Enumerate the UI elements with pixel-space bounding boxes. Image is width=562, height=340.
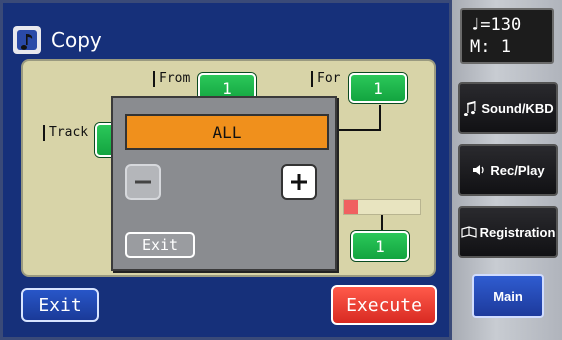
minus-button[interactable] [125, 164, 161, 200]
exit-button[interactable]: Exit [21, 288, 99, 322]
rec-play-label: Rec/Play [490, 162, 545, 178]
sound-kbd-button[interactable]: Sound/KBD [458, 82, 558, 134]
for-label: For [311, 71, 340, 87]
popup-value-display: ALL [125, 114, 329, 150]
execute-button[interactable]: Execute [331, 285, 437, 325]
speaker-icon [473, 165, 485, 175]
sound-kbd-label: Sound/KBD [481, 100, 554, 116]
from-label: From [153, 71, 190, 87]
range-bar [343, 199, 421, 215]
range-bar-fill [344, 200, 358, 214]
popup-exit-button[interactable]: Exit [125, 232, 195, 258]
copy-screen: Copy From 1 For 1 Track 1 Exit Execute A… [0, 0, 452, 340]
track-label: Track [43, 125, 88, 141]
for-value-button[interactable]: 1 [349, 73, 407, 103]
connector-line [339, 129, 381, 131]
tempo-readout: ♩=130 [470, 15, 522, 35]
bottom-value-button[interactable]: 1 [351, 231, 409, 261]
music-notes-icon [464, 101, 476, 116]
value-select-popup: ALL Exit [111, 96, 337, 271]
registration-label: Registration [479, 224, 556, 240]
main-button[interactable]: Main [472, 274, 544, 318]
registration-button[interactable]: Registration [458, 206, 558, 258]
connector-line [379, 105, 381, 131]
book-icon [460, 226, 477, 238]
side-panel: ♩=130 M: 1 Sound/KBD Rec/Play Registrati… [452, 0, 562, 340]
connector-line [381, 215, 383, 231]
plus-icon [291, 174, 307, 190]
minus-icon [135, 180, 151, 184]
measure-readout: M: 1 [470, 37, 511, 57]
title-bar: Copy [13, 23, 433, 57]
music-note-icon [13, 26, 41, 54]
tempo-display: ♩=130 M: 1 [460, 8, 554, 64]
plus-button[interactable] [281, 164, 317, 200]
rec-play-button[interactable]: Rec/Play [458, 144, 558, 196]
page-title: Copy [51, 28, 102, 52]
